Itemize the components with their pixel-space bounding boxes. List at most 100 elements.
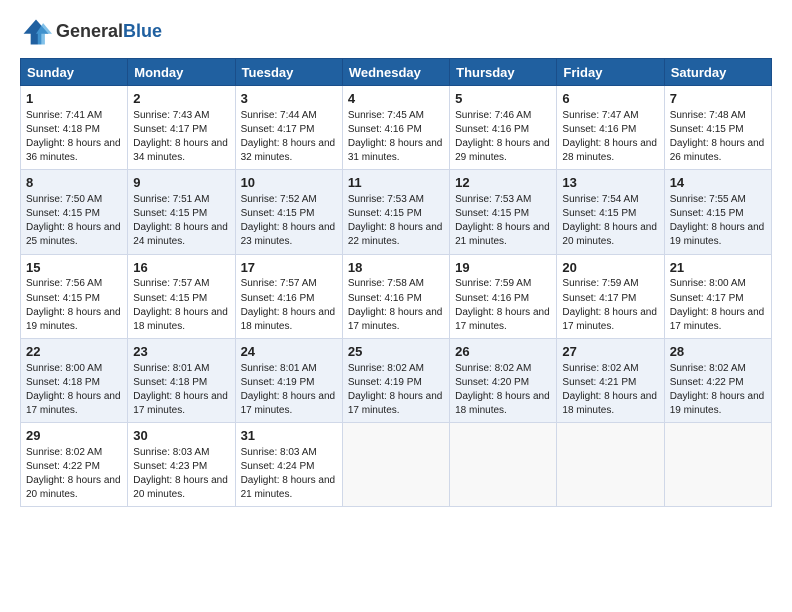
weekday-header-friday: Friday: [557, 59, 664, 86]
day-info: Sunrise: 7:56 AMSunset: 4:15 PMDaylight:…: [26, 278, 121, 331]
day-info: Sunrise: 7:53 AMSunset: 4:15 PMDaylight:…: [455, 194, 550, 247]
calendar-week-row: 15Sunrise: 7:56 AMSunset: 4:15 PMDayligh…: [21, 254, 772, 338]
day-info: Sunrise: 7:43 AMSunset: 4:17 PMDaylight:…: [133, 110, 228, 163]
day-info: Sunrise: 8:03 AMSunset: 4:24 PMDaylight:…: [241, 447, 336, 500]
calendar-cell: 14Sunrise: 7:55 AMSunset: 4:15 PMDayligh…: [664, 170, 771, 254]
day-info: Sunrise: 8:01 AMSunset: 4:18 PMDaylight:…: [133, 363, 228, 416]
weekday-header-wednesday: Wednesday: [342, 59, 449, 86]
day-info: Sunrise: 7:47 AMSunset: 4:16 PMDaylight:…: [562, 110, 657, 163]
calendar-cell: 1Sunrise: 7:41 AMSunset: 4:18 PMDaylight…: [21, 86, 128, 170]
day-info: Sunrise: 7:59 AMSunset: 4:16 PMDaylight:…: [455, 278, 550, 331]
day-number: 25: [348, 343, 444, 361]
day-info: Sunrise: 8:00 AMSunset: 4:18 PMDaylight:…: [26, 363, 121, 416]
day-number: 9: [133, 174, 229, 192]
calendar-cell: [450, 423, 557, 507]
day-info: Sunrise: 7:46 AMSunset: 4:16 PMDaylight:…: [455, 110, 550, 163]
day-number: 27: [562, 343, 658, 361]
day-info: Sunrise: 7:51 AMSunset: 4:15 PMDaylight:…: [133, 194, 228, 247]
day-number: 7: [670, 90, 766, 108]
calendar-cell: 31Sunrise: 8:03 AMSunset: 4:24 PMDayligh…: [235, 423, 342, 507]
day-info: Sunrise: 7:48 AMSunset: 4:15 PMDaylight:…: [670, 110, 765, 163]
weekday-header-monday: Monday: [128, 59, 235, 86]
day-info: Sunrise: 8:03 AMSunset: 4:23 PMDaylight:…: [133, 447, 228, 500]
weekday-header-thursday: Thursday: [450, 59, 557, 86]
weekday-header-saturday: Saturday: [664, 59, 771, 86]
calendar-table: SundayMondayTuesdayWednesdayThursdayFrid…: [20, 58, 772, 507]
calendar-cell: 5Sunrise: 7:46 AMSunset: 4:16 PMDaylight…: [450, 86, 557, 170]
calendar-cell: 10Sunrise: 7:52 AMSunset: 4:15 PMDayligh…: [235, 170, 342, 254]
calendar-cell: 27 Sunrise: 8:02 AMSunset: 4:21 PMDayligh…: [557, 338, 664, 422]
day-info: Sunrise: 8:02 AMSunset: 4:19 PMDaylight:…: [348, 363, 443, 416]
day-number: 28: [670, 343, 766, 361]
day-number: 6: [562, 90, 658, 108]
calendar-week-row: 1Sunrise: 7:41 AMSunset: 4:18 PMDaylight…: [21, 86, 772, 170]
day-number: 19: [455, 259, 551, 277]
day-info: Sunrise: 7:44 AMSunset: 4:17 PMDaylight:…: [241, 110, 336, 163]
calendar-cell: 9 Sunrise: 7:51 AMSunset: 4:15 PMDaylight…: [128, 170, 235, 254]
calendar-cell: 12 Sunrise: 7:53 AMSunset: 4:15 PMDayligh…: [450, 170, 557, 254]
calendar-week-row: 29Sunrise: 8:02 AMSunset: 4:22 PMDayligh…: [21, 423, 772, 507]
day-number: 2: [133, 90, 229, 108]
page: GeneralBlue SundayMondayTuesdayWednesday…: [0, 0, 792, 523]
calendar-cell: 2 Sunrise: 7:43 AMSunset: 4:17 PMDaylight…: [128, 86, 235, 170]
day-number: 15: [26, 259, 122, 277]
calendar-cell: 28Sunrise: 8:02 AMSunset: 4:22 PMDayligh…: [664, 338, 771, 422]
day-number: 3: [241, 90, 337, 108]
calendar-cell: 13 Sunrise: 7:54 AMSunset: 4:15 PMDayligh…: [557, 170, 664, 254]
calendar-cell: 11 Sunrise: 7:53 AMSunset: 4:15 PMDayligh…: [342, 170, 449, 254]
day-info: Sunrise: 7:45 AMSunset: 4:16 PMDaylight:…: [348, 110, 443, 163]
calendar-cell: 6 Sunrise: 7:47 AMSunset: 4:16 PMDaylight…: [557, 86, 664, 170]
day-info: Sunrise: 7:57 AMSunset: 4:15 PMDaylight:…: [133, 278, 228, 331]
day-number: 30: [133, 427, 229, 445]
calendar-header-row: SundayMondayTuesdayWednesdayThursdayFrid…: [21, 59, 772, 86]
day-info: Sunrise: 7:53 AMSunset: 4:15 PMDaylight:…: [348, 194, 443, 247]
day-info: Sunrise: 8:00 AMSunset: 4:17 PMDaylight:…: [670, 278, 765, 331]
day-number: 17: [241, 259, 337, 277]
day-number: 11: [348, 174, 444, 192]
calendar-cell: 15Sunrise: 7:56 AMSunset: 4:15 PMDayligh…: [21, 254, 128, 338]
day-number: 20: [562, 259, 658, 277]
calendar-cell: 30 Sunrise: 8:03 AMSunset: 4:23 PMDayligh…: [128, 423, 235, 507]
day-number: 14: [670, 174, 766, 192]
calendar-cell: 17Sunrise: 7:57 AMSunset: 4:16 PMDayligh…: [235, 254, 342, 338]
day-number: 23: [133, 343, 229, 361]
day-info: Sunrise: 7:54 AMSunset: 4:15 PMDaylight:…: [562, 194, 657, 247]
day-number: 22: [26, 343, 122, 361]
day-info: Sunrise: 7:52 AMSunset: 4:15 PMDaylight:…: [241, 194, 336, 247]
header: GeneralBlue: [20, 16, 772, 48]
calendar-cell: 18Sunrise: 7:58 AMSunset: 4:16 PMDayligh…: [342, 254, 449, 338]
calendar-cell: 19Sunrise: 7:59 AMSunset: 4:16 PMDayligh…: [450, 254, 557, 338]
day-info: Sunrise: 7:57 AMSunset: 4:16 PMDaylight:…: [241, 278, 336, 331]
day-number: 13: [562, 174, 658, 192]
day-info: Sunrise: 8:02 AMSunset: 4:22 PMDaylight:…: [26, 447, 121, 500]
day-info: Sunrise: 8:01 AMSunset: 4:19 PMDaylight:…: [241, 363, 336, 416]
calendar-cell: 25 Sunrise: 8:02 AMSunset: 4:19 PMDayligh…: [342, 338, 449, 422]
weekday-header-sunday: Sunday: [21, 59, 128, 86]
calendar-cell: [342, 423, 449, 507]
calendar-cell: [664, 423, 771, 507]
day-info: Sunrise: 7:59 AMSunset: 4:17 PMDaylight:…: [562, 278, 657, 331]
calendar-cell: 29Sunrise: 8:02 AMSunset: 4:22 PMDayligh…: [21, 423, 128, 507]
calendar-cell: 7 Sunrise: 7:48 AMSunset: 4:15 PMDaylight…: [664, 86, 771, 170]
calendar-cell: 8 Sunrise: 7:50 AMSunset: 4:15 PMDaylight…: [21, 170, 128, 254]
day-info: Sunrise: 8:02 AMSunset: 4:20 PMDaylight:…: [455, 363, 550, 416]
calendar-cell: 4Sunrise: 7:45 AMSunset: 4:16 PMDaylight…: [342, 86, 449, 170]
day-number: 16: [133, 259, 229, 277]
calendar-week-row: 8 Sunrise: 7:50 AMSunset: 4:15 PMDaylight…: [21, 170, 772, 254]
calendar-cell: 26 Sunrise: 8:02 AMSunset: 4:20 PMDayligh…: [450, 338, 557, 422]
logo-icon: [20, 16, 52, 48]
logo: GeneralBlue: [20, 16, 162, 48]
calendar-cell: 22 Sunrise: 8:00 AMSunset: 4:18 PMDayligh…: [21, 338, 128, 422]
day-number: 1: [26, 90, 122, 108]
day-info: Sunrise: 8:02 AMSunset: 4:21 PMDaylight:…: [562, 363, 657, 416]
calendar-cell: 20Sunrise: 7:59 AMSunset: 4:17 PMDayligh…: [557, 254, 664, 338]
day-number: 8: [26, 174, 122, 192]
day-number: 12: [455, 174, 551, 192]
day-number: 26: [455, 343, 551, 361]
day-info: Sunrise: 7:50 AMSunset: 4:15 PMDaylight:…: [26, 194, 121, 247]
logo-line1: GeneralBlue: [56, 22, 162, 42]
weekday-header-tuesday: Tuesday: [235, 59, 342, 86]
calendar-cell: 23 Sunrise: 8:01 AMSunset: 4:18 PMDayligh…: [128, 338, 235, 422]
day-info: Sunrise: 7:58 AMSunset: 4:16 PMDaylight:…: [348, 278, 443, 331]
day-number: 24: [241, 343, 337, 361]
